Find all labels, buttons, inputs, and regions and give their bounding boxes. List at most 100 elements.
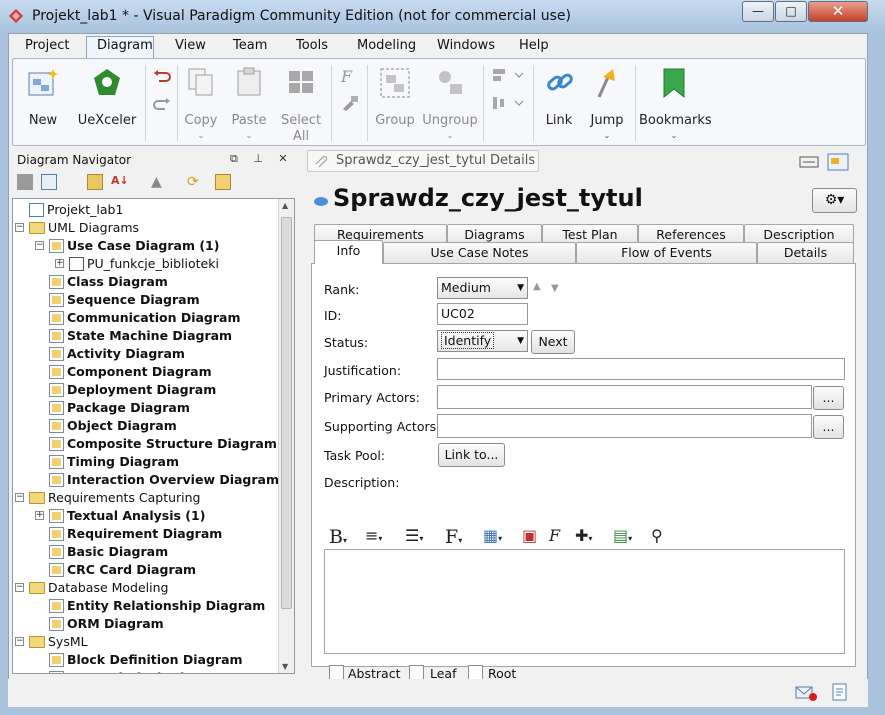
justification-input[interactable] (437, 358, 845, 380)
tree-node[interactable]: Block Definition Diagram (49, 651, 243, 669)
breadcrumb[interactable]: Sprawdz_czy_jest_tytul Details (307, 150, 539, 172)
collapse-up-icon[interactable]: ▲ (151, 174, 167, 190)
tree-node[interactable]: Component Diagram (49, 363, 212, 381)
tree-node[interactable]: Deployment Diagram (49, 381, 216, 399)
link-to-button[interactable]: Link to... (438, 443, 505, 467)
navigator-window-controls[interactable]: ⧉ ⊥ ✕ (230, 152, 294, 166)
tree-node[interactable]: Object Diagram (49, 417, 177, 435)
diagram-view-icon[interactable] (17, 174, 33, 190)
tree-node[interactable]: Composite Structure Diagram (49, 435, 277, 453)
document-notes-icon[interactable] (832, 683, 848, 701)
close-button[interactable]: ✕ (808, 1, 868, 22)
supporting-actors-browse-button[interactable]: ... (813, 415, 844, 439)
distribute-icon[interactable] (491, 95, 527, 111)
supporting-actors-input[interactable] (437, 414, 812, 438)
new-diagram-icon[interactable] (41, 174, 57, 190)
bookmarks-button[interactable]: Bookmarks ⌄ (639, 63, 712, 141)
tree-node[interactable]: Database Modeling (29, 579, 168, 597)
collapse-icon[interactable]: − (15, 223, 24, 232)
tree-node[interactable]: Basic Diagram (49, 543, 168, 561)
undo-icon[interactable] (153, 69, 171, 83)
next-button[interactable]: Next (531, 330, 575, 354)
gear-menu-button[interactable]: ⚙▾ (812, 188, 857, 213)
group-button[interactable]: Group (371, 63, 419, 141)
select-all-button[interactable]: Select All (277, 63, 325, 144)
text-align-icon[interactable]: ≡▾ (365, 526, 382, 545)
find-binoculars-icon[interactable]: ⚲ (651, 526, 663, 545)
tree-node[interactable]: Communication Diagram (49, 309, 241, 327)
primary-actors-browse-button[interactable]: ... (813, 386, 844, 410)
status-select[interactable]: Identify ▼ (437, 330, 528, 352)
tree-node[interactable]: UML Diagrams (29, 219, 139, 237)
root-checkbox[interactable] (468, 665, 483, 680)
expand-icon[interactable]: + (35, 511, 44, 520)
uexceler-button[interactable]: UeXceler (75, 63, 139, 141)
menu-team[interactable]: Team (233, 38, 267, 53)
diagram-overview-icon[interactable] (827, 153, 849, 171)
rank-select[interactable]: Medium ▼ (437, 277, 528, 299)
tree-node[interactable]: Activity Diagram (49, 345, 185, 363)
tree-node[interactable]: Projekt_lab1 (29, 201, 123, 219)
tree-node[interactable]: SysML (29, 633, 88, 651)
paste-button[interactable]: Paste ⌄ (227, 63, 271, 141)
tree-scrollbar[interactable]: ▲ ▼ (278, 199, 294, 673)
font-format-icon[interactable]: F▾ (445, 526, 462, 548)
tree-node[interactable]: Use Case Diagram (1) (49, 237, 219, 255)
scroll-down-icon[interactable]: ▼ (282, 662, 288, 671)
link-button[interactable]: Link (539, 63, 579, 141)
redo-icon[interactable] (153, 97, 171, 111)
clear-format-icon[interactable]: F (549, 526, 560, 545)
menu-tools[interactable]: Tools (296, 38, 328, 53)
new-button[interactable]: New (21, 63, 65, 141)
open-folder-icon[interactable] (87, 174, 103, 190)
primary-actors-input[interactable] (437, 385, 812, 409)
tree-node[interactable]: State Machine Diagram (49, 327, 232, 345)
menu-windows[interactable]: Windows (437, 38, 495, 53)
tab-info[interactable]: Info (314, 240, 383, 264)
rank-up-arrow-icon[interactable]: ▲ (533, 281, 541, 292)
leaf-checkbox[interactable] (409, 665, 424, 680)
collapse-icon[interactable]: − (15, 493, 24, 502)
tree-node[interactable]: PU_funkcje_biblioteki (69, 255, 219, 273)
id-input[interactable]: UC02 (437, 303, 528, 325)
sort-az-icon[interactable]: A↓ (111, 174, 129, 190)
collapse-icon[interactable]: − (35, 241, 44, 250)
menu-modeling[interactable]: Modeling (357, 38, 416, 53)
tree-node[interactable]: Timing Diagram (49, 453, 179, 471)
minimize-button[interactable]: — (742, 1, 774, 22)
image-insert-icon[interactable]: ▣ (522, 526, 537, 545)
insert-plus-icon[interactable]: ✚▾ (575, 526, 592, 545)
maximize-button[interactable]: □ (775, 1, 807, 22)
list-format-icon[interactable]: ☰▾ (405, 526, 423, 545)
align-icon[interactable] (491, 67, 527, 83)
tree-node[interactable]: Requirements Capturing (29, 489, 201, 507)
format-painter-icon[interactable] (341, 95, 359, 111)
collapse-icon[interactable]: − (15, 583, 24, 592)
tree-node[interactable]: Textual Analysis (1) (49, 507, 205, 525)
tree-node[interactable]: ORM Diagram (49, 615, 164, 633)
ungroup-button[interactable]: Ungroup ⌄ (421, 63, 479, 141)
format-font-icon[interactable]: F (341, 67, 352, 86)
tree-node[interactable]: Entity Relationship Diagram (49, 597, 265, 615)
notification-mail-icon[interactable] (795, 685, 817, 701)
tree-node[interactable]: Interaction Overview Diagram (49, 471, 279, 489)
expand-icon[interactable]: + (55, 259, 64, 268)
bold-format-icon[interactable]: B▾ (329, 526, 347, 548)
description-editor[interactable] (324, 549, 845, 654)
table-insert-icon[interactable]: ▦▾ (483, 526, 502, 545)
tree-node[interactable]: Requirement Diagram (49, 525, 222, 543)
folder-icon[interactable] (215, 174, 231, 190)
refresh-icon[interactable]: ⟳ (187, 174, 203, 190)
copy-button[interactable]: Copy ⌄ (181, 63, 221, 141)
menu-view[interactable]: View (175, 38, 206, 53)
abstract-checkbox[interactable] (329, 665, 344, 680)
tree-node[interactable]: Class Diagram (49, 273, 168, 291)
tree-node[interactable]: Sequence Diagram (49, 291, 200, 309)
tree-node[interactable]: Internal Block Diagram (49, 669, 229, 673)
document-insert-icon[interactable]: ▤▾ (613, 526, 632, 545)
menu-diagram[interactable]: Diagram (97, 38, 153, 53)
tab-use-case-notes[interactable]: Use Case Notes (383, 242, 576, 264)
tab-flow-of-events[interactable]: Flow of Events (576, 242, 757, 264)
fit-view-icon[interactable] (798, 153, 820, 171)
tree-node[interactable]: Package Diagram (49, 399, 190, 417)
